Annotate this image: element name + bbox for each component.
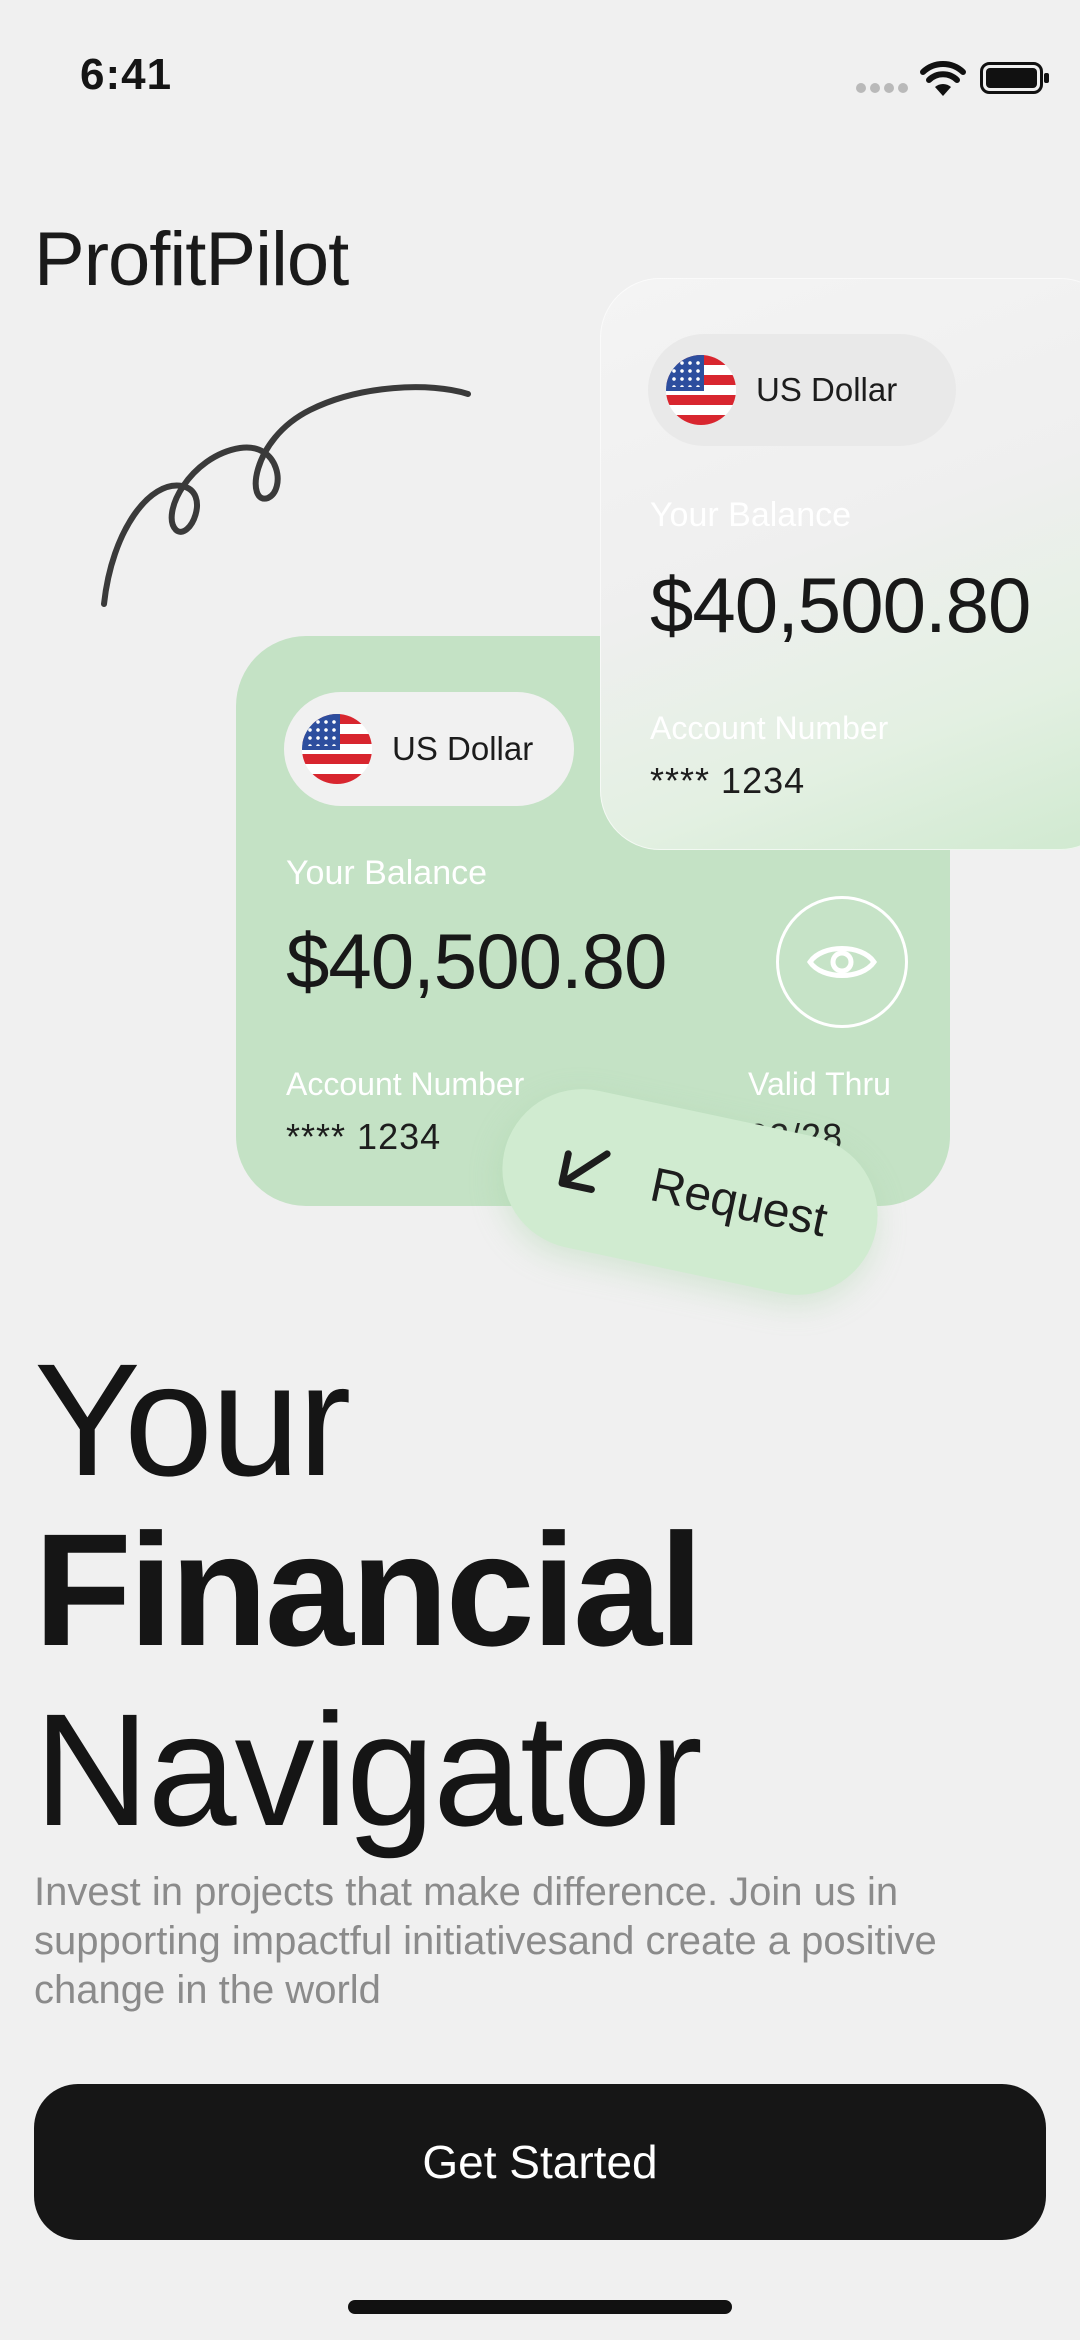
brand-title: ProfitPilot <box>34 217 349 302</box>
currency-pill[interactable]: US Dollar <box>648 334 956 446</box>
description-text: Invest in projects that make difference.… <box>34 1870 937 2012</box>
account-number-label: Account Number <box>650 710 889 746</box>
account-number: **** 1234 <box>650 760 806 801</box>
arrow-down-left-icon <box>558 1150 611 1193</box>
us-flag-icon <box>302 714 372 784</box>
status-time: 6:41 <box>80 50 173 99</box>
account-number: **** 1234 <box>286 1116 442 1157</box>
eye-icon <box>807 946 877 978</box>
balance-label: Your Balance <box>650 496 852 534</box>
balance-amount: $40,500.80 <box>286 917 667 1005</box>
currency-pill[interactable]: US Dollar <box>284 692 574 806</box>
home-indicator[interactable] <box>348 2300 732 2314</box>
currency-label: US Dollar <box>392 730 534 767</box>
balance-card-back[interactable]: US Dollar Your Balance $40,500.80 Accoun… <box>600 278 1080 850</box>
request-label: Request <box>645 1157 832 1247</box>
headline-line-1: Your <box>34 1330 351 1509</box>
balance-label: Your Balance <box>286 854 488 892</box>
valid-thru-label: Valid Thru <box>748 1066 891 1102</box>
cellular-signal-icon <box>856 83 908 93</box>
squiggle-decoration <box>101 384 471 607</box>
headline-line-3: Navigator <box>34 1680 703 1859</box>
battery-icon <box>980 62 1049 94</box>
currency-label: US Dollar <box>756 371 898 408</box>
toggle-balance-visibility-button[interactable] <box>776 896 908 1028</box>
headline-line-2: Financial <box>34 1500 704 1679</box>
us-flag-icon <box>666 355 736 425</box>
balance-amount: $40,500.80 <box>650 561 1031 649</box>
wifi-icon <box>920 61 966 96</box>
get-started-button[interactable]: Get Started <box>34 2084 1046 2240</box>
account-number-label: Account Number <box>286 1066 525 1102</box>
